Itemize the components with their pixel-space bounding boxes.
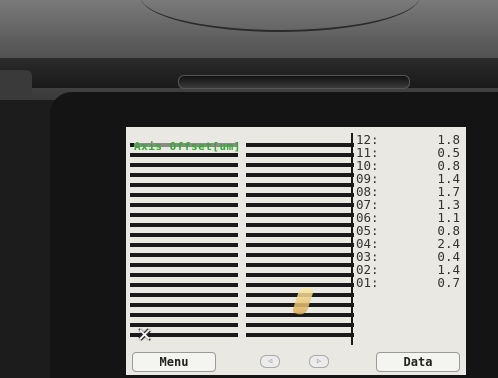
offset-bar xyxy=(246,223,354,227)
offset-bar xyxy=(130,313,238,317)
side-knob xyxy=(0,70,32,100)
offset-bar xyxy=(246,233,354,237)
offset-bar xyxy=(246,153,354,157)
offset-bar xyxy=(130,233,238,237)
bar-column-left xyxy=(130,143,238,343)
offset-bar xyxy=(130,273,238,277)
offset-bar xyxy=(246,183,354,187)
offset-bar xyxy=(130,253,238,257)
offset-bar xyxy=(246,163,354,167)
offset-bar xyxy=(130,183,238,187)
offset-bar xyxy=(246,263,354,267)
case-ridge xyxy=(140,0,420,32)
menu-button[interactable]: Menu xyxy=(132,352,216,372)
offset-bar xyxy=(246,253,354,257)
reading-value: 0.7 xyxy=(437,275,460,290)
offset-bar xyxy=(246,143,354,147)
offset-bar xyxy=(130,203,238,207)
x-icon[interactable]: ✕ xyxy=(138,322,151,347)
bar-panel xyxy=(130,133,360,343)
reading-index: 01: xyxy=(356,275,379,290)
offset-bar xyxy=(246,173,354,177)
offset-bar xyxy=(130,243,238,247)
lcd-screen: Axis Offset[um] ✕ 12: 1.8 11: 0.5 10: 0.8 09: 1… xyxy=(126,127,466,375)
offset-bar xyxy=(130,163,238,167)
next-arrow-icon[interactable]: ▷ xyxy=(309,355,329,368)
offset-bar xyxy=(130,193,238,197)
offset-bar xyxy=(130,173,238,177)
reading-row: 01: 0.7 xyxy=(356,276,460,289)
axis-offset-title: Axis Offset[um] xyxy=(134,140,241,153)
column-divider xyxy=(351,133,353,345)
prev-arrow-icon[interactable]: ◁ xyxy=(260,355,280,368)
readings-list: 12: 1.8 11: 0.5 10: 0.8 09: 1.4 08: 1.7 07: 1.3 06: 1… xyxy=(356,133,460,343)
offset-bar xyxy=(246,203,354,207)
offset-bar xyxy=(246,213,354,217)
offset-bar xyxy=(246,283,354,287)
offset-bar xyxy=(246,323,354,327)
offset-bar xyxy=(246,273,354,277)
device-case-top xyxy=(0,0,498,100)
data-button[interactable]: Data xyxy=(376,352,460,372)
offset-bar xyxy=(130,293,238,297)
offset-bar xyxy=(246,243,354,247)
offset-bar xyxy=(246,193,354,197)
offset-bar xyxy=(130,303,238,307)
offset-bar xyxy=(130,263,238,267)
offset-bar xyxy=(130,283,238,287)
offset-bar xyxy=(130,213,238,217)
offset-bar xyxy=(130,223,238,227)
offset-bar xyxy=(130,153,238,157)
device-slot xyxy=(178,75,410,89)
offset-bar xyxy=(246,333,354,337)
